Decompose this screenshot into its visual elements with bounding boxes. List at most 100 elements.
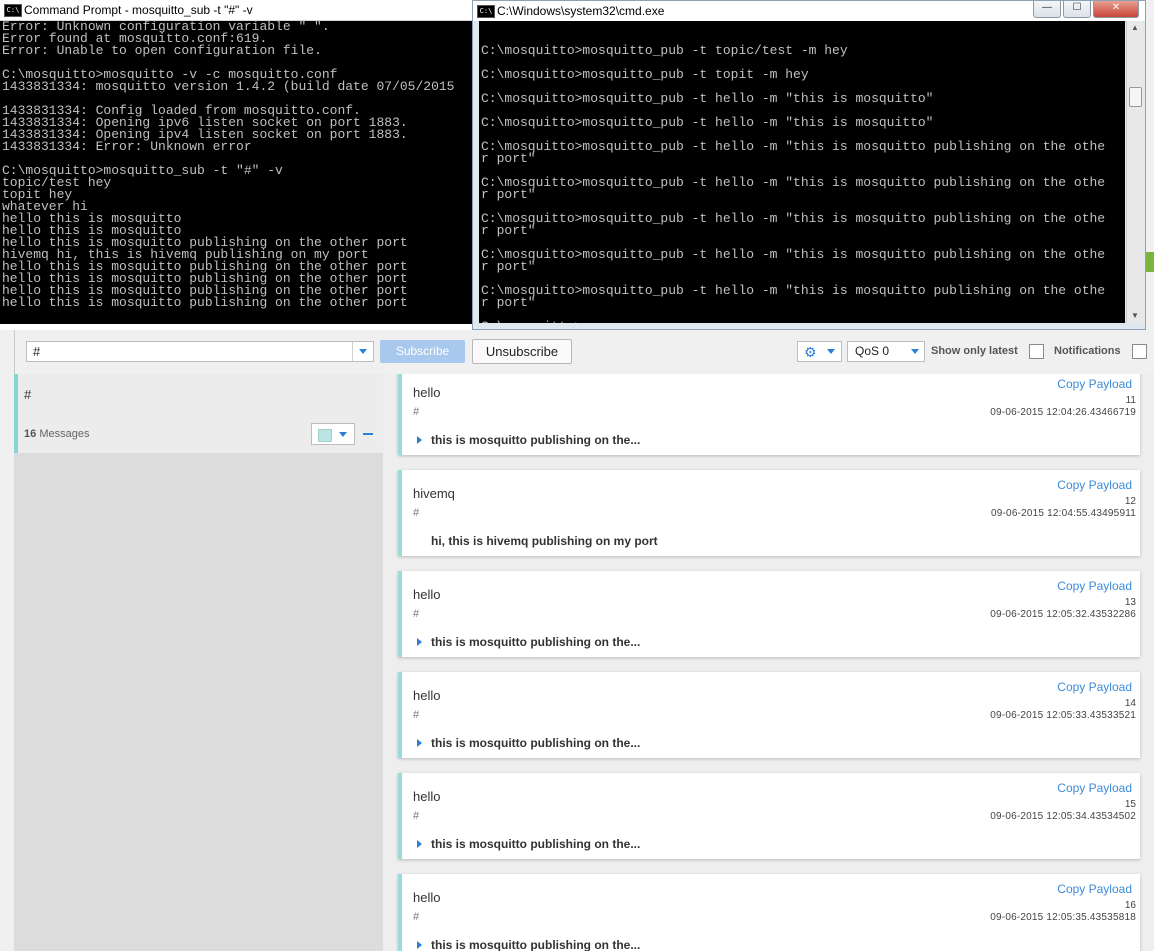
notifications-checkbox[interactable] (1132, 344, 1147, 359)
console-scrollbar[interactable]: ▲ ▼ (1126, 21, 1143, 323)
qos-select[interactable]: QoS 0 (847, 341, 925, 362)
topic-input-value: # (33, 344, 41, 359)
scroll-down-icon[interactable]: ▼ (1127, 309, 1143, 323)
subscription-color-picker[interactable] (311, 423, 355, 445)
message-card[interactable]: Copy Payload hello #16 09-06-2015 12:05:35.… (398, 874, 1140, 951)
topic-input[interactable]: # (26, 341, 374, 362)
message-number: 12 (1124, 496, 1136, 507)
subscription-topic: # (24, 387, 32, 402)
message-timestamp: 09-06-2015 12:05:34.43534502 (990, 811, 1136, 822)
show-only-latest-label: Show only latest (931, 345, 1018, 357)
maximize-button[interactable]: ☐ (1063, 1, 1091, 18)
message-topic: hello (413, 688, 441, 703)
minus-icon[interactable] (363, 433, 373, 435)
console-line: r port" (481, 295, 536, 310)
message-number: 16 (1124, 900, 1136, 911)
client-left-edge (0, 330, 15, 951)
chevron-down-icon (359, 349, 367, 354)
left-console-window[interactable]: C:\ Command Prompt - mosquitto_sub -t "#… (0, 0, 472, 324)
copy-payload-link[interactable]: Copy Payload (1057, 680, 1132, 694)
background-window-edge (1146, 0, 1154, 330)
console-line: 1433831334: Error: Unknown error (2, 139, 252, 154)
console-line: r port" (481, 187, 536, 202)
message-topic: hello (413, 385, 441, 400)
copy-payload-link[interactable]: Copy Payload (1057, 478, 1132, 492)
message-number: 15 (1124, 799, 1136, 810)
subscriptions-panel: # 16 Messages (14, 374, 383, 951)
message-payload: this is mosquitto publishing on the... (431, 635, 641, 649)
message-card[interactable]: Copy Payload hello #13 09-06-2015 12:05:32.… (398, 571, 1140, 657)
right-console-window[interactable]: C:\ C:\Windows\system32\cmd.exe — ☐ ✕ C:… (472, 0, 1146, 330)
scroll-up-icon[interactable]: ▲ (1127, 21, 1143, 35)
message-count-number: 16 (24, 428, 37, 440)
message-number: 11 (1125, 395, 1136, 406)
expand-arrow-icon[interactable] (417, 739, 422, 747)
message-subscription: # (413, 810, 420, 822)
console-line: r port" (481, 259, 536, 274)
message-list[interactable]: Copy Payload hello #11 09-06-2015 12:04:26.… (383, 374, 1154, 951)
expand-arrow-icon[interactable] (417, 638, 422, 646)
message-topic: hivemq (413, 486, 455, 501)
message-count-label: Messages (39, 428, 90, 440)
message-timestamp: 09-06-2015 12:04:26.43466719 (990, 407, 1136, 418)
message-subscription: # (413, 709, 420, 721)
minimize-button[interactable]: — (1033, 1, 1061, 18)
console-line: C:\mosquitto>mosquitto_pub -t hello -m "… (481, 91, 934, 106)
background-green-marker (1146, 252, 1154, 272)
message-card[interactable]: Copy Payload hello #14 09-06-2015 12:05:33.… (398, 672, 1140, 758)
color-swatch (318, 429, 332, 442)
console-line: hello this is mosquitto publishing on th… (2, 295, 408, 310)
close-button[interactable]: ✕ (1093, 1, 1139, 18)
right-console-screen: C:\mosquitto>mosquitto_pub -t topic/test… (479, 21, 1125, 323)
right-console-titlebar[interactable]: C:\ C:\Windows\system32\cmd.exe — ☐ ✕ (473, 1, 1145, 21)
console-line: 1433831334: mosquitto version 1.4.2 (bui… (2, 79, 455, 94)
console-line: C:\mosquitto>mosquitto_pub -t hello -m "… (481, 211, 1106, 226)
scrollbar-thumb[interactable] (1129, 87, 1142, 107)
subscription-message-count: 16 Messages (24, 428, 89, 440)
copy-payload-link[interactable]: Copy Payload (1057, 377, 1132, 391)
settings-dropdown[interactable]: ⚙ (797, 341, 842, 362)
expand-arrow-icon[interactable] (417, 941, 422, 949)
subscription-item[interactable]: # 16 Messages (14, 374, 383, 453)
message-topic: hello (413, 789, 441, 804)
message-payload: this is mosquitto publishing on the... (431, 736, 641, 750)
copy-payload-link[interactable]: Copy Payload (1057, 882, 1132, 896)
console-line: r port" (481, 151, 536, 166)
copy-payload-link[interactable]: Copy Payload (1057, 781, 1132, 795)
right-console-output: C:\mosquitto>mosquitto_pub -t topic/test… (481, 33, 1105, 323)
message-subscription: # (413, 406, 420, 418)
message-timestamp: 09-06-2015 12:05:33.43533521 (990, 710, 1136, 721)
left-console-titlebar[interactable]: C:\ Command Prompt - mosquitto_sub -t "#… (0, 0, 472, 21)
console-line: Error: Unable to open configuration file… (2, 43, 322, 58)
message-timestamp: 09-06-2015 12:05:32.43532286 (990, 609, 1136, 620)
console-line: C:\mosquitto>mosquitto_pub -t hello -m "… (481, 283, 1106, 298)
show-only-latest-checkbox[interactable] (1029, 344, 1044, 359)
console-line: C:\mosquitto>mosquitto_pub -t hello -m "… (481, 175, 1106, 190)
unsubscribe-button[interactable]: Unsubscribe (472, 339, 572, 364)
message-card[interactable]: Copy Payload hello #11 09-06-2015 12:04:26.… (398, 374, 1140, 455)
window-controls: — ☐ ✕ (1033, 1, 1139, 19)
console-line: C:\mosquitto> (481, 320, 1105, 323)
cmd-icon: C:\ (477, 5, 495, 18)
right-console-title: C:\Windows\system32\cmd.exe (497, 4, 665, 18)
topic-dropdown-button[interactable] (352, 342, 373, 361)
console-line: C:\mosquitto>mosquitto_pub -t hello -m "… (481, 115, 934, 130)
chevron-down-icon (911, 349, 919, 354)
cmd-icon: C:\ (4, 4, 22, 17)
console-line: C:\mosquitto>mosquitto_pub -t topit -m h… (481, 67, 809, 82)
expand-arrow-icon[interactable] (417, 436, 422, 444)
copy-payload-link[interactable]: Copy Payload (1057, 579, 1132, 593)
subscribe-button[interactable]: Subscribe (380, 340, 465, 363)
chevron-down-icon (339, 432, 347, 437)
message-payload: this is mosquitto publishing on the... (431, 938, 641, 951)
notifications-label: Notifications (1054, 345, 1121, 357)
message-card[interactable]: Copy Payload hello #15 09-06-2015 12:05:34.… (398, 773, 1140, 859)
message-topic: hello (413, 587, 441, 602)
message-payload: this is mosquitto publishing on the... (431, 837, 641, 851)
message-card[interactable]: Copy Payload hivemq #12 09-06-2015 12:04:55… (398, 470, 1140, 556)
left-console-output: Error: Unknown configuration variable " … (2, 20, 455, 310)
console-line: C:\mosquitto>mosquitto_pub -t hello -m "… (481, 247, 1106, 262)
left-console-title: Command Prompt - mosquitto_sub -t "#" -v (24, 3, 253, 17)
expand-arrow-icon[interactable] (417, 840, 422, 848)
console-line: C:\mosquitto>mosquitto_pub -t topic/test… (481, 43, 848, 58)
